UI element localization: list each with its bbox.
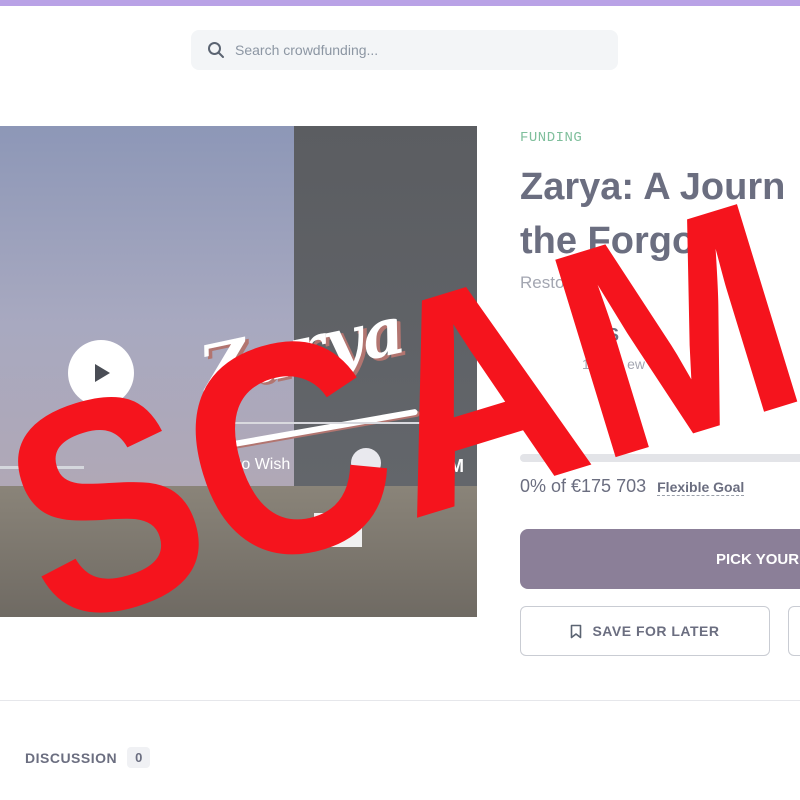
campaign-video[interactable]: Zarya Add to Wish M SBSR [0, 126, 477, 617]
section-divider [0, 700, 800, 701]
wishlist-text: Add to Wish [204, 456, 291, 473]
save-for-later-label: SAVE FOR LATER [592, 623, 720, 639]
funding-progress-bar [520, 454, 800, 462]
video-railing [0, 466, 84, 519]
search-input[interactable]: Search crowdfunding... [191, 30, 618, 70]
brand-badge: SBSR [314, 513, 362, 547]
tab-discussion[interactable]: DISCUSSION 0 [25, 747, 151, 768]
campaign-subtitle: Restore th e t [520, 273, 623, 292]
video-sky [0, 126, 304, 486]
search-icon [208, 42, 224, 58]
site-header: › Search crowdfunding... [0, 6, 800, 86]
creator-name[interactable]: SBS [582, 325, 619, 346]
video-divider [208, 422, 448, 424]
campaign-title: Zarya: A Journ the Forgot [520, 160, 800, 268]
creator-meta: 1 Cam ew St [582, 356, 663, 372]
goal-type[interactable]: Flexible Goal [657, 479, 745, 496]
steam-icon [351, 448, 381, 478]
play-button[interactable] [68, 340, 134, 406]
campaign-status-tag: FUNDING [520, 130, 583, 146]
search-placeholder: Search crowdfunding... [235, 42, 379, 58]
campaign-title-line2: the Forgot [520, 220, 708, 262]
secondary-action-button[interactable] [788, 606, 800, 656]
funding-percent: 0% of €175 703 [520, 476, 647, 496]
chevron-right-icon[interactable]: › [0, 42, 4, 54]
save-for-later-button[interactable]: SAVE FOR LATER [520, 606, 770, 656]
trailing-letter: M [449, 456, 464, 476]
pick-perk-button[interactable]: PICK YOUR [520, 529, 800, 589]
play-icon [95, 364, 110, 382]
tab-discussion-label: DISCUSSION [25, 749, 118, 766]
tab-discussion-count: 0 [127, 747, 151, 768]
funding-summary: 0% of €175 703 Flexible Goal [520, 476, 745, 497]
bookmark-icon [571, 624, 582, 638]
campaign-title-line1: Zarya: A Journ [520, 166, 786, 208]
